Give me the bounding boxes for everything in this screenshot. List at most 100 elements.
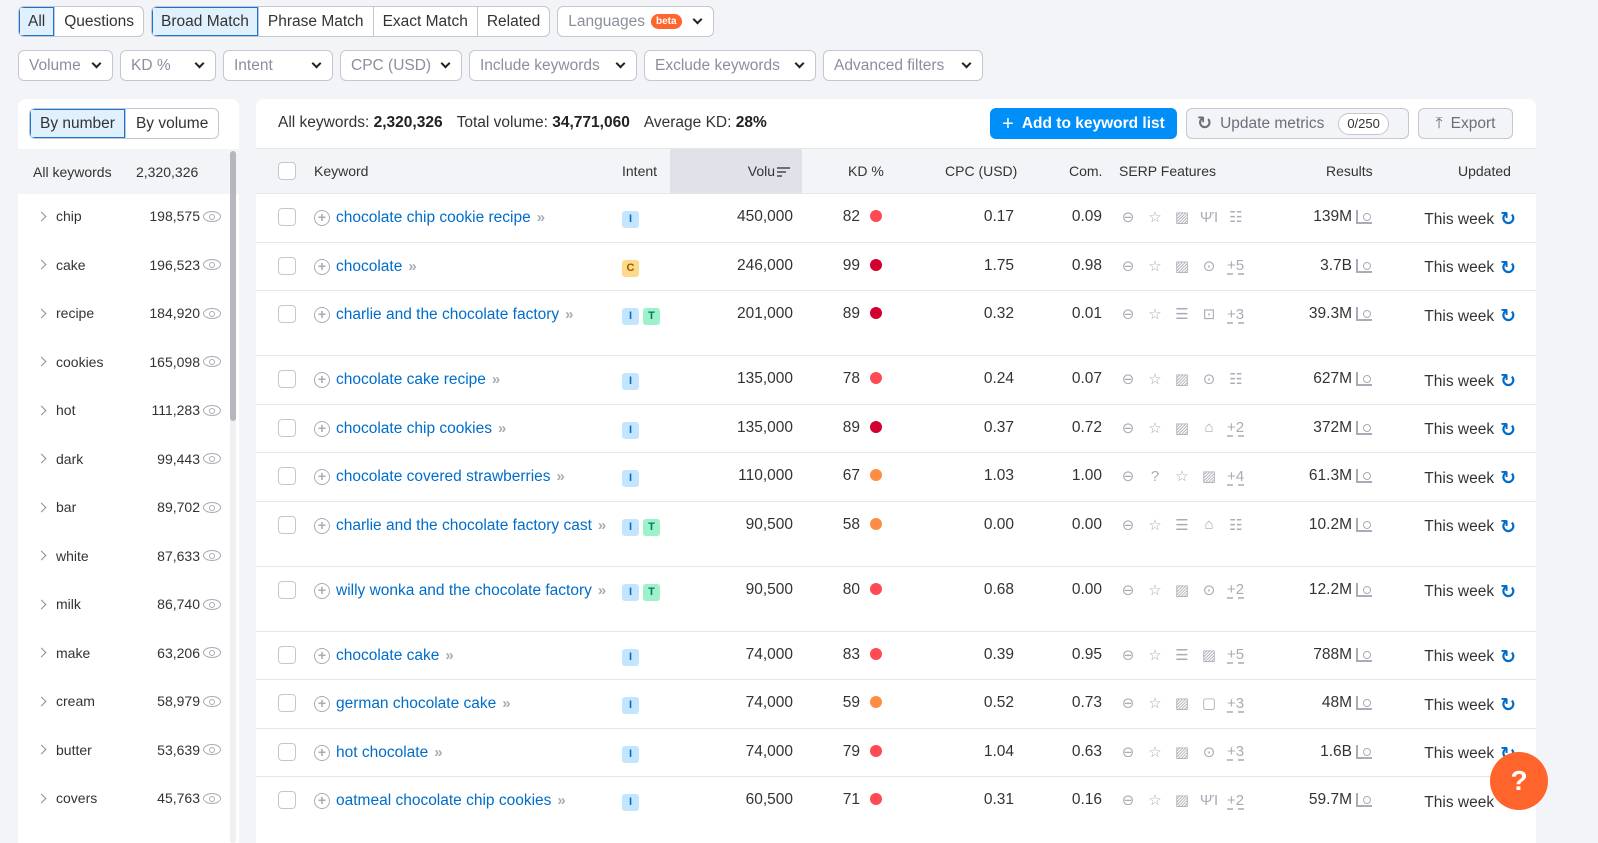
add-keyword-plus-icon[interactable]: + xyxy=(314,696,330,712)
serp-more-link[interactable]: +2 xyxy=(1227,419,1244,437)
intent-badge-I[interactable]: I xyxy=(622,794,639,811)
refresh-icon[interactable]: ↻ xyxy=(1500,257,1516,280)
export-button[interactable]: ⤒ Export xyxy=(1418,108,1513,139)
intent-badge-I[interactable]: I xyxy=(622,421,639,439)
serp-view-icon[interactable] xyxy=(1356,210,1372,224)
intent-badge-I[interactable]: I xyxy=(622,518,639,536)
refresh-icon[interactable]: ↻ xyxy=(1500,208,1516,231)
tab-related[interactable]: Related xyxy=(476,7,549,36)
keyword-link[interactable]: + chocolate » xyxy=(314,257,604,276)
refresh-icon[interactable]: ↻ xyxy=(1500,694,1516,717)
row-checkbox[interactable] xyxy=(278,256,296,275)
keyword-link[interactable]: + german chocolate cake » xyxy=(314,694,604,713)
chevron-right-icon[interactable] xyxy=(36,793,47,803)
row-checkbox[interactable] xyxy=(278,580,296,599)
double-chevron-icon[interactable]: » xyxy=(537,209,546,226)
sidebar-group-item[interactable]: milk 86,740 xyxy=(18,580,233,628)
sidebar-group-item[interactable]: covers 45,763 xyxy=(18,774,233,822)
intent-badge-T[interactable]: T xyxy=(643,583,660,601)
row-checkbox[interactable] xyxy=(278,791,296,809)
eye-icon[interactable] xyxy=(203,695,221,707)
intent-badge-I[interactable]: I xyxy=(622,373,639,390)
keyword-link[interactable]: + chocolate covered strawberries » xyxy=(314,467,604,486)
refresh-icon[interactable]: ↻ xyxy=(1500,581,1516,604)
double-chevron-icon[interactable]: » xyxy=(492,371,501,388)
refresh-icon[interactable]: ↻ xyxy=(1500,516,1516,539)
filter-kd[interactable]: KD % xyxy=(120,50,216,81)
chevron-right-icon[interactable] xyxy=(36,405,47,415)
serp-view-icon[interactable] xyxy=(1356,469,1372,483)
chevron-right-icon[interactable] xyxy=(36,550,47,561)
add-to-keyword-list-button[interactable]: + Add to keyword list xyxy=(990,108,1177,139)
serp-more-link[interactable]: +3 xyxy=(1227,694,1244,712)
row-checkbox[interactable] xyxy=(278,370,296,388)
refresh-icon[interactable]: ↻ xyxy=(1500,305,1516,328)
intent-badge-T[interactable]: T xyxy=(643,308,660,325)
add-keyword-plus-icon[interactable]: + xyxy=(314,420,330,437)
double-chevron-icon[interactable]: » xyxy=(502,695,511,712)
tab-questions[interactable]: Questions xyxy=(54,7,143,36)
serp-view-icon[interactable] xyxy=(1356,420,1372,435)
serp-view-icon[interactable] xyxy=(1356,647,1372,662)
chevron-right-icon[interactable] xyxy=(36,599,47,609)
row-checkbox[interactable] xyxy=(278,305,296,323)
keyword-link[interactable]: + charlie and the chocolate factory cast » xyxy=(314,516,607,535)
sidebar-group-item[interactable]: cookies 165,098 xyxy=(18,338,233,386)
toggle-by-number[interactable]: By number xyxy=(30,109,125,138)
double-chevron-icon[interactable]: » xyxy=(598,517,607,534)
sidebar-group-item[interactable]: cream 58,979 xyxy=(18,677,233,725)
serp-view-icon[interactable] xyxy=(1356,582,1372,597)
serp-more-link[interactable]: +5 xyxy=(1227,257,1244,275)
refresh-icon[interactable]: ↻ xyxy=(1500,467,1516,490)
chevron-right-icon[interactable] xyxy=(36,308,47,318)
intent-badge-I[interactable]: I xyxy=(622,745,639,763)
chevron-right-icon[interactable] xyxy=(36,453,47,464)
refresh-icon[interactable]: ↻ xyxy=(1500,419,1516,442)
col-kd[interactable]: KD % xyxy=(848,149,884,193)
col-serp[interactable]: SERP Features xyxy=(1119,149,1216,193)
eye-icon[interactable] xyxy=(203,792,221,804)
chevron-right-icon[interactable] xyxy=(36,259,47,270)
toggle-by-volume[interactable]: By volume xyxy=(124,109,218,138)
row-checkbox[interactable] xyxy=(278,208,296,226)
add-keyword-plus-icon[interactable]: + xyxy=(314,372,330,388)
intent-badge-I[interactable]: I xyxy=(622,470,639,487)
sidebar-group-item[interactable]: recipe 184,920 xyxy=(18,289,233,337)
chevron-right-icon[interactable] xyxy=(36,356,47,367)
chevron-right-icon[interactable] xyxy=(36,502,47,512)
row-checkbox[interactable] xyxy=(278,742,296,761)
filter-include-keywords[interactable]: Include keywords xyxy=(469,50,637,81)
intent-badge-C[interactable]: C xyxy=(622,259,639,277)
keyword-link[interactable]: + charlie and the chocolate factory » xyxy=(314,305,604,324)
serp-more-link[interactable]: +4 xyxy=(1227,467,1244,485)
col-updated[interactable]: Updated xyxy=(1458,149,1511,193)
intent-badge-I[interactable]: I xyxy=(622,648,639,666)
serp-more-link[interactable]: +2 xyxy=(1227,581,1244,599)
serp-more-link[interactable]: +2 xyxy=(1227,791,1244,809)
eye-icon[interactable] xyxy=(203,356,221,367)
row-checkbox[interactable] xyxy=(278,515,296,534)
sidebar-group-item[interactable]: bar 89,702 xyxy=(18,483,233,531)
serp-view-icon[interactable] xyxy=(1356,517,1372,532)
keyword-link[interactable]: + chocolate chip cookie recipe » xyxy=(314,208,604,227)
double-chevron-icon[interactable]: » xyxy=(498,420,507,437)
double-chevron-icon[interactable]: » xyxy=(408,258,417,275)
intent-badge-T[interactable]: T xyxy=(643,518,660,536)
double-chevron-icon[interactable]: » xyxy=(445,647,454,664)
serp-view-icon[interactable] xyxy=(1356,258,1372,273)
all-keywords-row[interactable]: All keywords 2,320,326 xyxy=(18,149,239,194)
chevron-right-icon[interactable] xyxy=(36,696,47,706)
intent-badge-I[interactable]: I xyxy=(622,211,639,228)
chevron-right-icon[interactable] xyxy=(36,744,47,755)
keyword-link[interactable]: + willy wonka and the chocolate factory » xyxy=(314,581,606,600)
add-keyword-plus-icon[interactable]: + xyxy=(314,582,330,599)
sidebar-group-item[interactable]: dark 99,443 xyxy=(18,435,233,483)
languages-dropdown[interactable]: Languages beta xyxy=(557,6,714,37)
add-keyword-plus-icon[interactable]: + xyxy=(314,647,330,664)
update-metrics-button[interactable]: ↻ Update metrics 0/250 xyxy=(1186,108,1409,139)
eye-icon[interactable] xyxy=(203,210,221,222)
chevron-right-icon[interactable] xyxy=(36,211,47,221)
eye-icon[interactable] xyxy=(203,307,221,319)
eye-icon[interactable] xyxy=(203,453,221,464)
tab-phrase-match[interactable]: Phrase Match xyxy=(257,7,373,36)
